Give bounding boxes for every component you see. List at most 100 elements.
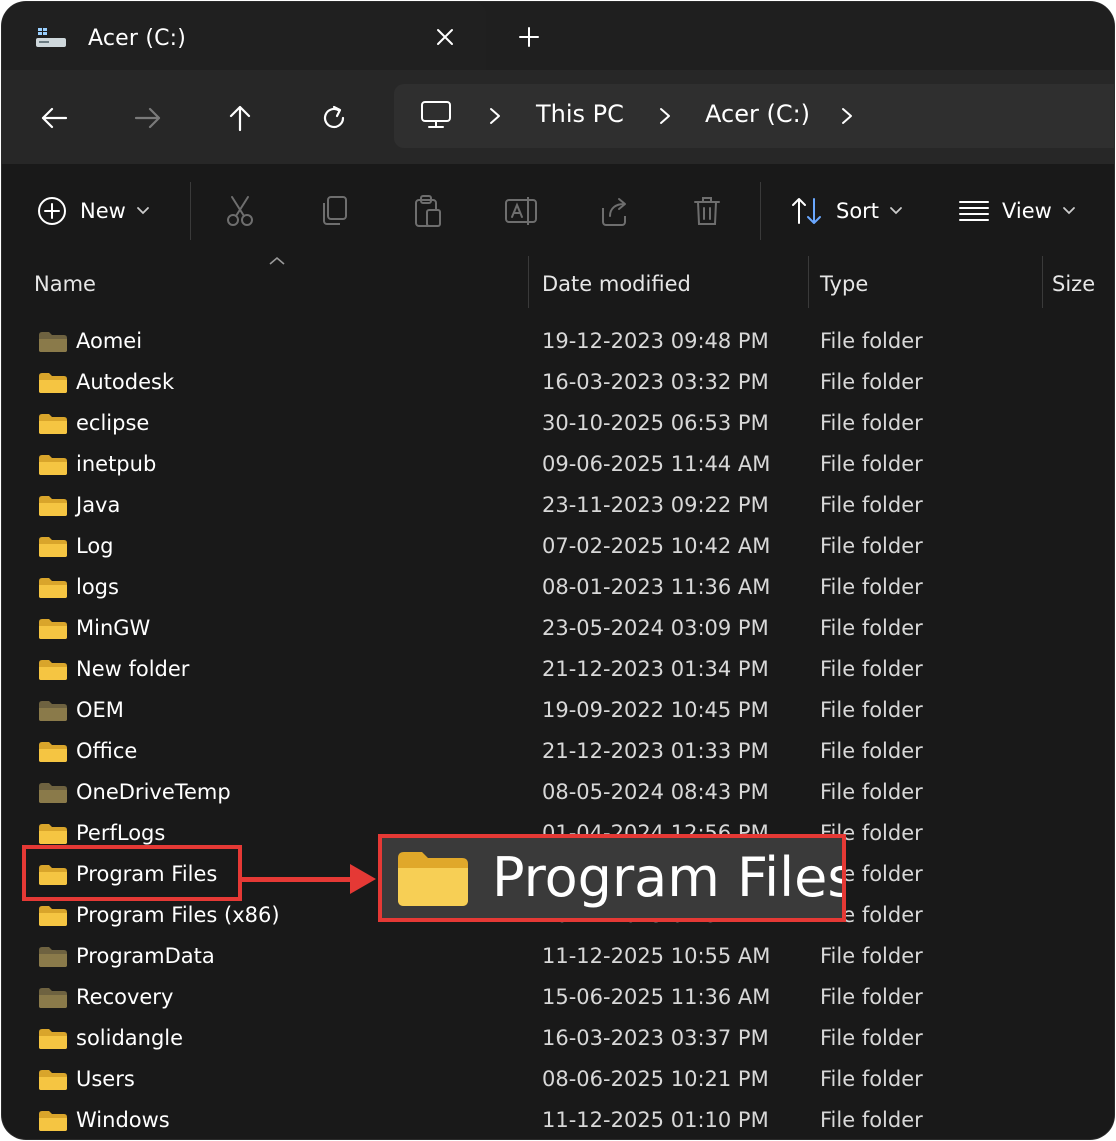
list-item[interactable]: OneDriveTemp 08-05-2024 08:43 PM File fold… [2,773,1114,814]
file-type: File folder [820,780,923,804]
refresh-icon[interactable] [316,100,352,136]
file-date-modified: 23-05-2024 03:09 PM [542,616,769,640]
zoom-callout: Program Files [378,834,846,922]
list-item[interactable]: ProgramData 11-12-2025 10:55 AM File folde… [2,937,1114,978]
list-item[interactable]: Windows 11-12-2025 01:10 PM File folder [2,1101,1114,1139]
close-icon[interactable] [428,20,462,54]
list-item[interactable]: New folder 21-12-2023 01:34 PM File folder [2,650,1114,691]
rename-button[interactable] [504,194,538,228]
view-button[interactable]: View [958,194,1076,228]
file-type: File folder [820,698,923,722]
file-date-modified: 11-12-2025 01:10 PM [542,1108,769,1132]
list-item[interactable]: MinGW 23-05-2024 03:09 PM File folder [2,609,1114,650]
copy-button[interactable] [318,194,350,228]
chevron-right-icon[interactable] [838,106,856,126]
column-header-date[interactable]: Date modified [542,272,691,296]
file-date-modified: 19-09-2022 10:45 PM [542,698,769,722]
file-date-modified: 16-03-2023 03:32 PM [542,370,769,394]
folder-icon [39,1070,67,1090]
callout-arrow [242,877,362,882]
list-item[interactable]: eclipse 30-10-2025 06:53 PM File folder [2,404,1114,445]
new-button[interactable]: New [36,194,150,228]
file-date-modified: 08-06-2025 10:21 PM [542,1067,769,1091]
copy-icon [323,196,347,225]
list-item[interactable]: inetpub 09-06-2025 11:44 AM File folder [2,445,1114,486]
address-bar[interactable]: This PC Acer (C:) [394,84,1114,148]
cut-icon [227,196,253,226]
list-item[interactable]: OEM 19-09-2022 10:45 PM File folder [2,691,1114,732]
file-name: inetpub [76,452,157,476]
file-type: File folder [820,1026,923,1050]
cut-button[interactable] [224,194,256,228]
sort-ascending-icon [269,256,285,265]
column-header-size[interactable]: Size [1052,272,1095,296]
paste-button[interactable] [412,194,444,228]
file-name: Users [76,1067,135,1091]
list-item[interactable]: Java 23-11-2023 09:22 PM File folder [2,486,1114,527]
list-item[interactable]: Log 07-02-2025 10:42 AM File folder [2,527,1114,568]
file-name: Windows [76,1108,170,1132]
file-name: Office [76,739,138,763]
breadcrumb-acer-c[interactable]: Acer (C:) [705,100,810,128]
breadcrumb-this-pc[interactable]: This PC [536,100,624,128]
file-date-modified: 09-06-2025 11:44 AM [542,452,771,476]
arrow-right-icon[interactable] [130,100,166,136]
file-date-modified: 08-05-2024 08:43 PM [542,780,769,804]
new-label: New [80,199,126,223]
folder-icon [39,660,67,680]
list-item[interactable]: solidangle 16-03-2023 03:37 PM File folder [2,1019,1114,1060]
file-name: ProgramData [76,944,215,968]
file-date-modified: 16-03-2023 03:37 PM [542,1026,769,1050]
list-item[interactable]: Office 21-12-2023 01:33 PM File folder [2,732,1114,773]
column-resize-handle[interactable] [808,256,809,308]
list-item[interactable]: Recovery 15-06-2025 11:36 AM File folder [2,978,1114,1019]
tab-acer-c[interactable]: Acer (C:) [2,2,486,80]
list-item[interactable]: Aomei 19-12-2023 09:48 PM File folder [2,322,1114,363]
folder-icon [39,332,67,352]
list-item[interactable]: logs 08-01-2023 11:36 AM File folder [2,568,1114,609]
share-button[interactable] [598,194,630,228]
drive-icon [36,28,66,47]
list-item[interactable]: Autodesk 16-03-2023 03:32 PM File folder [2,363,1114,404]
file-type: File folder [820,411,923,435]
tab-title: Acer (C:) [88,26,187,51]
tab-strip: Acer (C:) [2,2,1114,80]
list-item[interactable]: Users 08-06-2025 10:21 PM File folder [2,1060,1114,1101]
delete-icon [694,197,720,225]
file-type: File folder [820,1108,923,1132]
file-name: OneDriveTemp [76,780,231,804]
folder-icon [39,824,67,844]
arrow-left-icon[interactable] [36,100,72,136]
file-type: File folder [820,452,923,476]
column-resize-handle[interactable] [1042,256,1043,308]
file-name: New folder [76,657,190,681]
file-type: File folder [820,534,923,558]
arrow-up-icon[interactable] [222,100,258,136]
file-type: File folder [820,493,923,517]
folder-icon [39,1029,67,1049]
column-resize-handle[interactable] [528,256,529,308]
column-header-type[interactable]: Type [820,272,868,296]
view-label: View [1002,199,1052,223]
folder-icon [39,414,67,434]
sort-label: Sort [836,199,880,223]
toolbar-divider [760,182,761,240]
folder-icon [39,988,67,1008]
plus-icon[interactable] [512,20,546,54]
chevron-right-icon[interactable] [486,106,504,126]
share-icon [602,198,626,226]
chevron-down-icon [890,207,902,215]
zoom-callout-label: Program Files [492,846,846,909]
chevron-right-icon[interactable] [656,106,674,126]
file-date-modified: 07-02-2025 10:42 AM [542,534,771,558]
folder-icon [398,852,468,906]
delete-button[interactable] [692,194,722,228]
chevron-down-icon [1062,207,1075,215]
file-type: File folder [820,657,923,681]
file-date-modified: 08-01-2023 11:36 AM [542,575,771,599]
file-type: File folder [820,1067,923,1091]
column-header-name[interactable]: Name [34,272,96,296]
folder-icon [39,373,67,393]
sort-button[interactable]: Sort [790,194,903,228]
file-date-modified: 19-12-2023 09:48 PM [542,329,769,353]
